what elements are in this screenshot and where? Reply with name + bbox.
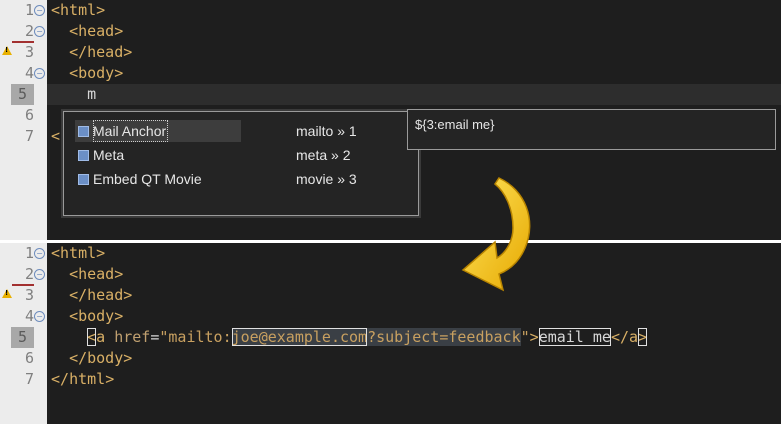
typed-text: m (87, 85, 97, 103)
tag-bracket: </ (69, 43, 88, 61)
line-gutter: 1 − 2 − 3 4 − 5 6 7 (0, 243, 47, 424)
string-quote: " (520, 328, 530, 346)
completion-trigger: meta » 2 (296, 147, 351, 163)
fold-icon[interactable]: − (34, 68, 45, 79)
subject-placeholder[interactable]: ?subject=feedback (367, 328, 521, 346)
fold-icon[interactable]: − (34, 311, 45, 322)
code-line[interactable]: <body> (51, 306, 123, 327)
completion-popup[interactable]: Mail Anchor mailto » 1 Meta meta » 2 Emb… (63, 111, 419, 216)
tag-bracket: < (69, 64, 79, 82)
tag-bracket: < (51, 1, 61, 19)
tag-name: head (87, 286, 124, 304)
tag-bracket: > (114, 307, 124, 325)
completion-trigger: movie » 3 (296, 171, 357, 187)
tag-bracket: </ (69, 349, 88, 367)
line-number: 4 (24, 307, 34, 325)
template-icon (78, 174, 89, 185)
editor-bottom[interactable]: 1 − 2 − 3 4 − 5 6 7 <html> <head> </head… (0, 243, 781, 424)
completion-trigger: mailto » 1 (296, 123, 357, 139)
code-line[interactable]: <head> (51, 264, 123, 285)
tag-bracket: > (105, 370, 115, 388)
completion-label: Meta (93, 147, 125, 163)
fold-icon[interactable]: − (34, 26, 45, 37)
tag-bracket: > (638, 328, 648, 346)
tag-name: a (629, 328, 639, 346)
code-line[interactable]: <body> (51, 63, 123, 84)
tag-bracket: </ (69, 286, 88, 304)
tag-bracket: > (123, 349, 133, 367)
tag-bracket: < (87, 328, 97, 346)
line-number-current: 5 (11, 327, 34, 348)
line-number: 6 (24, 349, 34, 367)
attribute-name: href (114, 328, 151, 346)
code-line-current[interactable]: <a href="mailto:joe@example.com?subject=… (51, 327, 648, 348)
template-icon (78, 126, 89, 137)
mailto-scheme: mailto: (168, 328, 232, 346)
code-line[interactable]: <html> (51, 0, 105, 21)
tag-bracket: > (96, 244, 106, 262)
tag-bracket: </ (51, 370, 70, 388)
code-line-current[interactable]: m (51, 84, 96, 105)
tag-name: a (96, 328, 106, 346)
tag-bracket: > (114, 22, 124, 40)
tag-name: body (78, 307, 115, 325)
code-line[interactable]: </head> (51, 42, 132, 63)
fold-icon[interactable]: − (34, 5, 45, 16)
arrow-shape (461, 177, 531, 292)
line-number: 7 (24, 127, 34, 145)
current-line-highlight (47, 84, 781, 105)
tag-bracket: > (123, 286, 133, 304)
tag-bracket: > (529, 328, 539, 346)
completion-item[interactable]: Embed QT Movie movie » 3 (75, 168, 405, 190)
code-line[interactable]: </body> (51, 348, 132, 369)
line-number: 6 (24, 106, 34, 124)
tag-bracket: > (96, 1, 106, 19)
template-preview-tooltip: ${3:email me} (407, 109, 776, 150)
completion-label: Embed QT Movie (93, 171, 202, 187)
editor-top[interactable]: 1 − 2 − 3 4 − 5 6 7 <html> <head> </head… (0, 0, 781, 240)
tag-bracket: > (123, 43, 133, 61)
line-number: 1 (24, 244, 34, 262)
line-number: 3 (24, 43, 34, 61)
tag-bracket: < (51, 127, 61, 145)
tag-bracket: < (69, 22, 79, 40)
tag-name: html (60, 244, 97, 262)
tag-name: html (60, 1, 97, 19)
tag-name: head (78, 22, 115, 40)
tag-name: head (78, 265, 115, 283)
completion-item-selected[interactable]: Mail Anchor mailto » 1 (75, 120, 405, 142)
line-number-current: 5 (11, 84, 34, 105)
tag-name: body (87, 349, 124, 367)
tag-bracket: < (69, 265, 79, 283)
template-icon (78, 150, 89, 161)
arrow-icon (461, 177, 531, 292)
line-number: 2 (24, 265, 34, 283)
tag-name: head (87, 43, 124, 61)
tag-bracket: </ (610, 328, 629, 346)
tag-name: body (78, 64, 115, 82)
email-placeholder[interactable]: joe@example.com (231, 328, 368, 346)
code-line[interactable]: <head> (51, 21, 123, 42)
line-number: 1 (24, 1, 34, 19)
code-line[interactable]: </html> (51, 369, 114, 390)
completion-item[interactable]: Meta meta » 2 (75, 144, 405, 166)
completion-label: Mail Anchor (93, 120, 169, 142)
tag-bracket: > (114, 265, 124, 283)
code-line[interactable]: </head> (51, 285, 132, 306)
link-text-placeholder[interactable]: email me (538, 328, 611, 346)
tag-bracket: > (114, 64, 124, 82)
tag-bracket: < (51, 244, 61, 262)
line-number: 3 (24, 286, 34, 304)
code-line[interactable]: <html> (51, 243, 105, 264)
code-line[interactable]: < (51, 126, 60, 147)
tag-bracket: < (69, 307, 79, 325)
line-number: 4 (24, 64, 34, 82)
fold-icon[interactable]: − (34, 248, 45, 259)
line-number: 2 (24, 22, 34, 40)
fold-icon[interactable]: − (34, 269, 45, 280)
line-number: 7 (24, 370, 34, 388)
template-preview-text: ${3:email me} (415, 117, 495, 132)
line-gutter: 1 − 2 − 3 4 − 5 6 7 (0, 0, 47, 240)
tag-name: html (69, 370, 106, 388)
